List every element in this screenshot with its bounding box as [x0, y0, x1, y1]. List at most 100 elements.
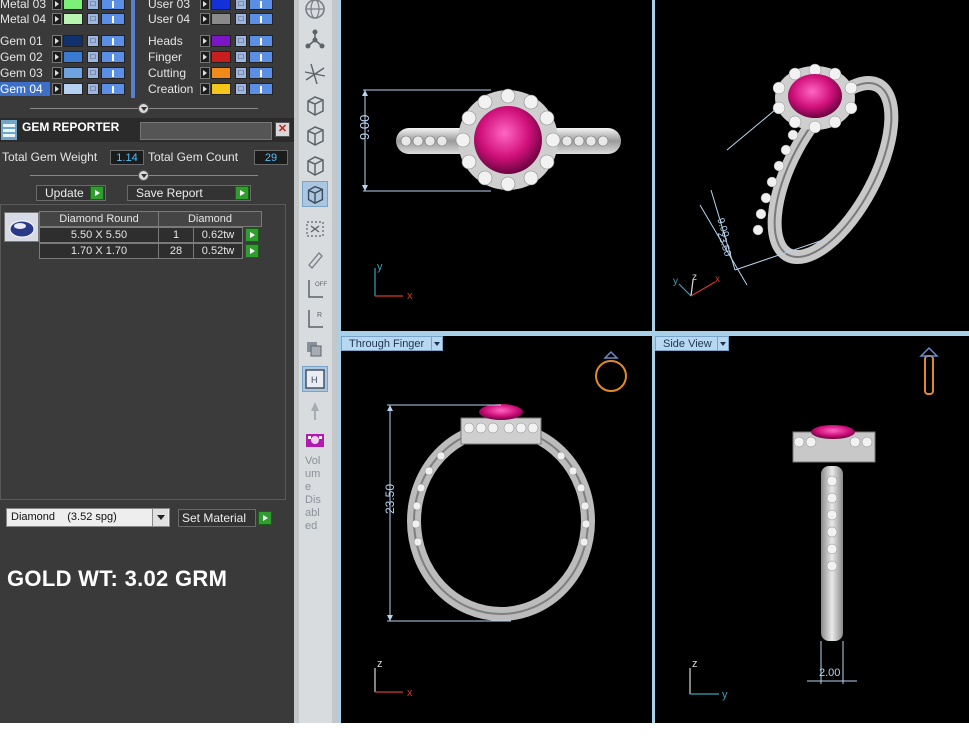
row-select-play-icon[interactable]	[245, 244, 259, 258]
layer-name: Heads	[148, 34, 183, 48]
axis-cursor-icon[interactable]	[302, 60, 328, 86]
viewport-label-side-view[interactable]: Side View	[655, 336, 718, 351]
layer-toggle-button[interactable]	[52, 51, 62, 63]
lock-icon[interactable]: □	[235, 51, 247, 63]
visibility-toggle[interactable]	[101, 67, 125, 79]
lock-icon[interactable]: □	[87, 0, 99, 10]
layer-toggle-button[interactable]	[200, 83, 210, 95]
layer-toggle-button[interactable]	[52, 67, 62, 79]
layer-color-swatch[interactable]	[63, 83, 83, 95]
node-graph-icon[interactable]	[302, 26, 328, 52]
layer-toggle-button[interactable]	[52, 0, 62, 10]
layer-toggle-button[interactable]	[200, 0, 210, 10]
cube-front-icon[interactable]	[302, 92, 328, 118]
axis-r-icon[interactable]: R	[302, 306, 328, 332]
visibility-toggle[interactable]	[101, 51, 125, 63]
layer-toggle-button[interactable]	[200, 13, 210, 25]
close-icon[interactable]: ✕	[275, 122, 290, 137]
lock-icon[interactable]: □	[235, 35, 247, 47]
globe-icon[interactable]	[302, 0, 328, 22]
layer-row-gem-03[interactable]: Gem 03 □	[0, 66, 131, 80]
layer-toggle-button[interactable]	[52, 13, 62, 25]
pointer-icon[interactable]	[302, 398, 328, 424]
visibility-toggle[interactable]	[249, 35, 273, 47]
layer-row-gem-04[interactable]: Gem 04 □	[0, 82, 131, 96]
layer-color-swatch[interactable]	[63, 67, 83, 79]
axis-off-icon[interactable]: OFF	[302, 276, 328, 302]
lock-icon[interactable]: □	[87, 35, 99, 47]
layer-row-user-04[interactable]: User 04 □	[138, 12, 288, 26]
set-material-play-icon[interactable]	[258, 511, 272, 525]
layer-row-cutting[interactable]: Cutting □	[138, 66, 288, 80]
chevron-down-icon[interactable]	[431, 336, 443, 351]
layer-color-swatch[interactable]	[211, 35, 231, 47]
layer-color-swatch[interactable]	[211, 67, 231, 79]
visibility-toggle[interactable]	[101, 83, 125, 95]
viewport-top-right[interactable]: 23.50 9.00 y z x	[655, 0, 969, 331]
gem-reporter-tab[interactable]	[140, 122, 272, 140]
chevron-down-icon[interactable]	[152, 509, 168, 526]
layer-color-swatch[interactable]	[211, 83, 231, 95]
grid-snap-icon[interactable]	[302, 216, 328, 242]
lock-icon[interactable]: □	[87, 67, 99, 79]
set-material-button[interactable]: Set Material	[178, 509, 256, 527]
layer-row-metal-03[interactable]: Metal 03 □	[0, 0, 131, 11]
viewport-top-left[interactable]: 9.00 y x	[341, 0, 652, 331]
layer-toggle-button[interactable]	[52, 35, 62, 47]
visibility-toggle[interactable]	[249, 83, 273, 95]
material-select[interactable]: Diamond (3.52 spg)	[6, 508, 170, 527]
layer-color-swatch[interactable]	[63, 51, 83, 63]
viewport-label-through-finger[interactable]: Through Finger	[341, 336, 432, 351]
layer-row-finger[interactable]: Finger □	[138, 50, 288, 64]
visibility-toggle[interactable]	[249, 0, 273, 10]
save-report-button-label: Save Report	[136, 186, 203, 200]
layer-toggle-button[interactable]	[200, 35, 210, 47]
visibility-toggle[interactable]	[101, 13, 125, 25]
layer-color-swatch[interactable]	[211, 0, 231, 10]
panel-splitter-handle[interactable]	[138, 170, 149, 181]
panel-splitter-handle[interactable]	[138, 103, 149, 114]
chevron-down-icon[interactable]	[717, 336, 729, 351]
cube-selected-icon[interactable]	[302, 181, 328, 207]
visibility-toggle[interactable]	[101, 0, 125, 10]
lock-icon[interactable]: □	[87, 51, 99, 63]
layer-row-metal-04[interactable]: Metal 04 □	[0, 12, 131, 26]
h-button-icon[interactable]: H	[302, 366, 328, 392]
layer-row-gem-02[interactable]: Gem 02 □	[0, 50, 131, 64]
visibility-toggle[interactable]	[249, 51, 273, 63]
viewport-bottom-right[interactable]: 2.00 z y Side View	[655, 336, 969, 723]
layer-toggle-button[interactable]	[52, 83, 62, 95]
viewport-bottom-left[interactable]: 23.50 z x Through Finger	[341, 336, 652, 723]
update-play-icon[interactable]	[90, 186, 104, 200]
lock-icon[interactable]: □	[235, 13, 247, 25]
layer-row-user-03[interactable]: User 03 □	[138, 0, 288, 11]
layer-color-swatch[interactable]	[211, 51, 231, 63]
row-select-play-icon[interactable]	[245, 228, 259, 242]
layers-icon[interactable]	[302, 336, 328, 362]
cube-side-icon[interactable]	[302, 152, 328, 178]
visibility-toggle[interactable]	[249, 67, 273, 79]
layer-toggle-button[interactable]	[200, 67, 210, 79]
layer-toggle-button[interactable]	[200, 51, 210, 63]
layer-color-swatch[interactable]	[63, 0, 83, 10]
lock-icon[interactable]: □	[87, 13, 99, 25]
lock-icon[interactable]: □	[235, 0, 247, 10]
save-report-play-icon[interactable]	[235, 186, 249, 200]
visibility-toggle[interactable]	[249, 13, 273, 25]
ring-front-view: 23.50 z x	[374, 350, 627, 699]
layer-color-swatch[interactable]	[211, 13, 231, 25]
cube-iso-icon[interactable]	[302, 122, 328, 148]
lock-icon[interactable]: □	[235, 83, 247, 95]
lock-icon[interactable]: □	[87, 83, 99, 95]
gem-thumbnail[interactable]	[4, 212, 39, 242]
layer-color-swatch[interactable]	[63, 13, 83, 25]
layer-color-swatch[interactable]	[63, 35, 83, 47]
save-report-button[interactable]: Save Report	[127, 185, 251, 201]
visibility-toggle[interactable]	[101, 35, 125, 47]
layer-row-heads[interactable]: Heads □	[138, 34, 288, 48]
layer-row-gem-01[interactable]: Gem 01 □	[0, 34, 131, 48]
layer-row-creation[interactable]: Creation □	[138, 82, 288, 96]
measure-icon[interactable]	[302, 246, 328, 272]
volume-icon[interactable]	[302, 428, 328, 454]
lock-icon[interactable]: □	[235, 67, 247, 79]
